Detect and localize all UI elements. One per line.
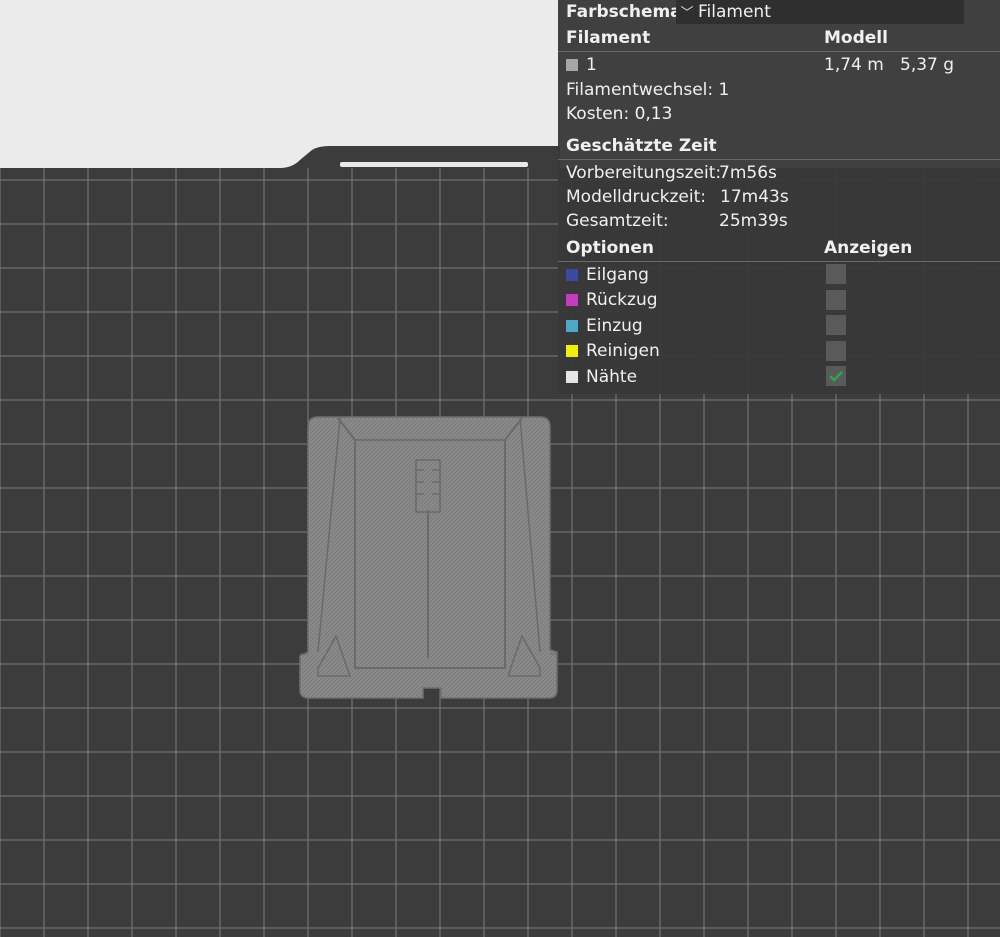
option-checkbox-unretract[interactable]: [826, 315, 846, 335]
cost: Kosten: 0,13: [566, 104, 673, 124]
total-time-value: 25m39s: [719, 211, 788, 231]
filament-changes: Filamentwechsel: 1: [566, 80, 730, 100]
legend-swatch: [566, 371, 578, 383]
model-part[interactable]: [299, 416, 558, 699]
divider: [558, 51, 1000, 52]
option-item-seams: Nähte: [566, 365, 637, 389]
prep-time-label: Vorbereitungszeit:: [566, 163, 722, 183]
gcode-legend-panel: Farbschema ﹀ Filament Filament Modell 1 1…: [558, 0, 1000, 394]
option-checkbox-seams[interactable]: [826, 366, 846, 386]
option-label: Eilgang: [586, 265, 649, 285]
prep-time-value: 7m56s: [719, 163, 777, 183]
estimated-time-header: Geschätzte Zeit: [566, 136, 717, 156]
filament-index: 1: [586, 55, 597, 75]
color-scheme-value: Filament: [698, 2, 771, 22]
option-label: Rückzug: [586, 290, 658, 310]
color-scheme-dropdown[interactable]: ﹀ Filament: [676, 0, 964, 24]
legend-swatch: [566, 294, 578, 306]
option-item-travel: Eilgang: [566, 263, 649, 287]
filament-header: Filament: [566, 28, 651, 48]
total-time-label: Gesamtzeit:: [566, 211, 669, 231]
legend-swatch: [566, 320, 578, 332]
option-item-retract: Rückzug: [566, 288, 658, 312]
option-item-unretract: Einzug: [566, 314, 643, 338]
option-item-wipe: Reinigen: [566, 339, 660, 363]
divider: [558, 261, 1000, 262]
filament-length: 1,74 m: [824, 55, 884, 75]
option-checkbox-travel[interactable]: [826, 264, 846, 284]
color-scheme-label: Farbschema: [566, 2, 682, 22]
legend-swatch: [566, 269, 578, 281]
option-label: Einzug: [586, 316, 643, 336]
filament-weight: 5,37 g: [900, 55, 955, 75]
checkmark-icon: [829, 371, 843, 382]
filament-row: 1: [566, 53, 597, 77]
chevron-down-icon: ﹀: [680, 6, 694, 21]
option-label: Reinigen: [586, 341, 660, 361]
filament-color-swatch: [566, 59, 578, 71]
show-header: Anzeigen: [824, 238, 913, 258]
option-label: Nähte: [586, 367, 638, 387]
option-checkbox-retract[interactable]: [826, 290, 846, 310]
plate-tab-indicator: [340, 162, 528, 167]
model-time-label: Modelldruckzeit:: [566, 187, 707, 207]
model-time-value: 17m43s: [720, 187, 789, 207]
legend-swatch: [566, 345, 578, 357]
option-checkbox-wipe[interactable]: [826, 341, 846, 361]
model-header: Modell: [824, 28, 888, 48]
divider: [558, 159, 1000, 160]
options-header: Optionen: [566, 238, 654, 258]
